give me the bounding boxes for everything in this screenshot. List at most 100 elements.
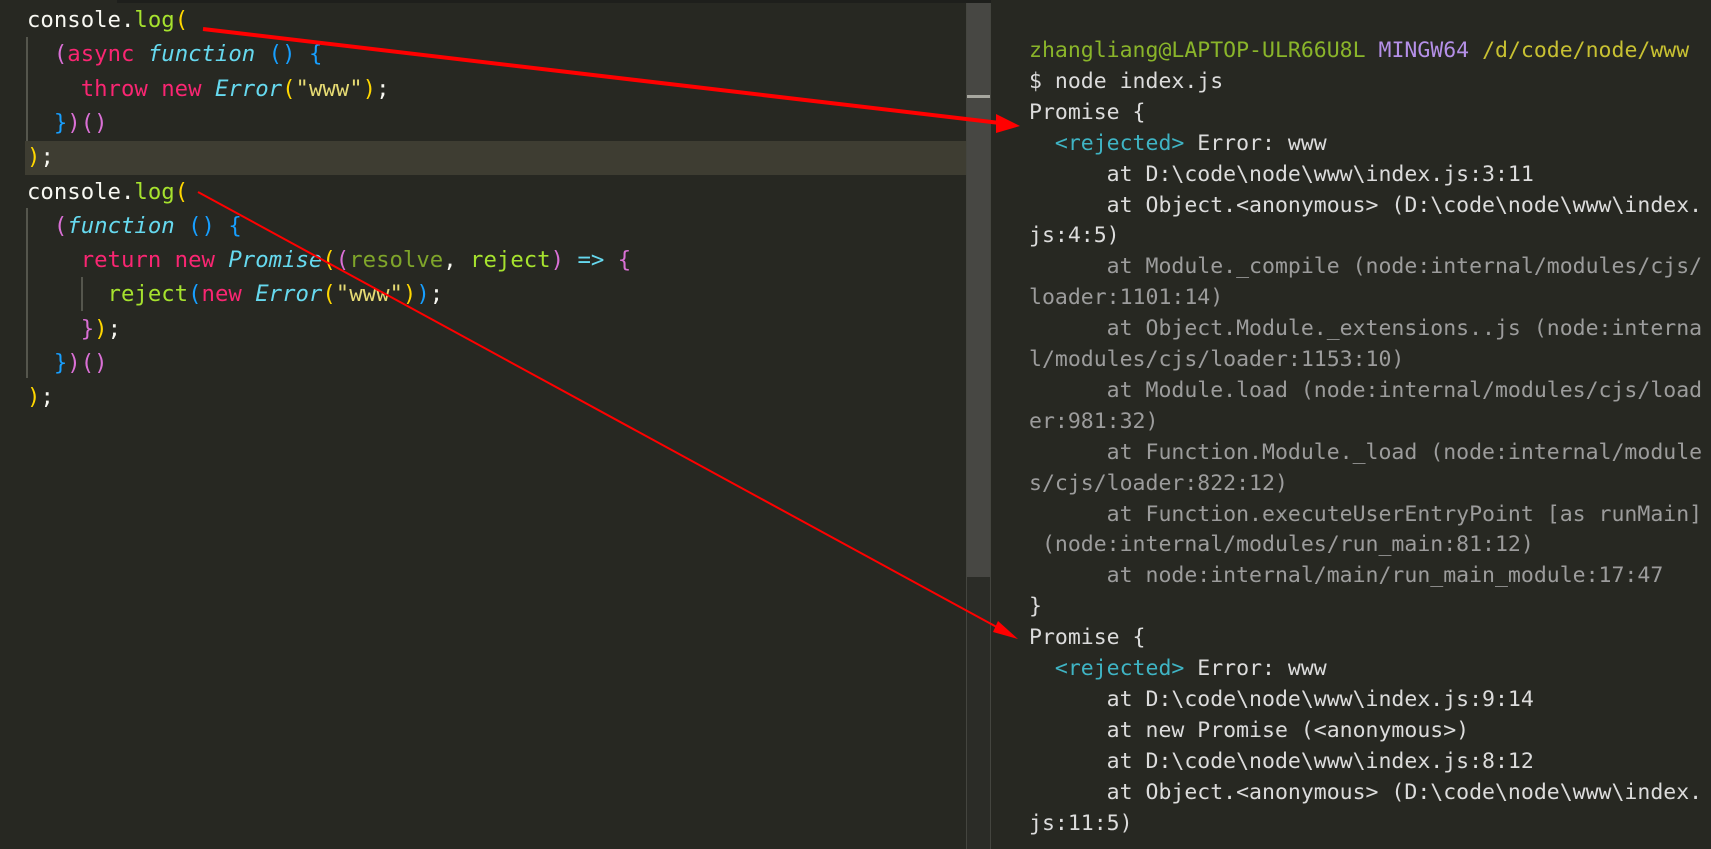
code-token: ) bbox=[402, 281, 417, 308]
code-token: ) bbox=[27, 144, 41, 171]
scrollbar-thumb[interactable] bbox=[967, 3, 990, 577]
code-line[interactable]: console.log( bbox=[27, 3, 188, 37]
code-line[interactable]: (function () { bbox=[27, 209, 242, 243]
current-line-highlight bbox=[25, 141, 966, 175]
terminal-line: at Function.Module._load (node:internal/… bbox=[1029, 437, 1702, 468]
terminal-line: <rejected> Error: www bbox=[1029, 128, 1327, 159]
terminal-text: s/cjs/loader:822:12) bbox=[1029, 470, 1288, 496]
terminal-text: Error: www bbox=[1184, 130, 1327, 156]
terminal-text: js:4:5) bbox=[1029, 223, 1120, 249]
terminal-text: Error: www bbox=[1184, 656, 1327, 681]
terminal-text: at D:\code\node\www\index.js:3:11 bbox=[1029, 161, 1534, 187]
code-token: ; bbox=[40, 144, 54, 171]
terminal-line: s/cjs/loader:822:12) bbox=[1029, 468, 1288, 499]
code-token: ( bbox=[322, 247, 336, 274]
terminal-text: l/modules/cjs/loader:1153:10) bbox=[1029, 347, 1405, 372]
terminal-text: $ node index.js bbox=[1029, 68, 1224, 94]
terminal-text: at new Promise (<anonymous>) bbox=[1029, 717, 1470, 743]
code-token: => bbox=[577, 247, 605, 274]
terminal-line: at Object.Module._extensions..js (node:i… bbox=[1029, 313, 1702, 344]
terminal-line: loader:1101:14) bbox=[1029, 282, 1223, 313]
terminal-text: at Module._compile (node:internal/module… bbox=[1029, 254, 1703, 280]
terminal-line: (node:internal/modules/run_main:81:12) bbox=[1029, 529, 1534, 560]
terminal-line: js:11:5) bbox=[1029, 808, 1133, 839]
code-token: } bbox=[80, 315, 95, 342]
terminal-line: er:981:32) bbox=[1029, 406, 1158, 437]
terminal-line: l/modules/cjs/loader:1153:10) bbox=[1029, 344, 1404, 375]
code-token: console. bbox=[27, 178, 135, 205]
code-token: return bbox=[80, 247, 175, 274]
code-token: resolve bbox=[349, 247, 444, 274]
terminal-text: <rejected> bbox=[1054, 656, 1185, 681]
code-token: { bbox=[308, 41, 323, 68]
code-token: ) bbox=[67, 350, 81, 376]
editor-tab-strip bbox=[117, 0, 991, 3]
terminal-line: at Function.executeUserEntryPoint [as ru… bbox=[1029, 499, 1702, 530]
code-line[interactable]: })() bbox=[27, 106, 108, 140]
terminal-line: $ node index.js bbox=[1029, 66, 1223, 97]
code-token: ( bbox=[53, 41, 68, 68]
terminal-text: } bbox=[1029, 594, 1042, 620]
terminal-line: Promise { bbox=[1029, 97, 1146, 128]
code-token: console. bbox=[27, 7, 135, 33]
terminal-line: js:4:5) bbox=[1029, 220, 1120, 251]
editor-scrollbar[interactable] bbox=[966, 3, 991, 849]
scrollbar-cursor-marker bbox=[967, 95, 990, 98]
terminal-panel[interactable]: zhangliang@LAPTOP-ULR66U8L MINGW64 /d/co… bbox=[991, 0, 1711, 849]
code-token: async bbox=[67, 41, 148, 68]
code-token: ; bbox=[107, 315, 122, 342]
code-token: ( bbox=[188, 281, 202, 308]
code-token: function bbox=[67, 212, 189, 239]
terminal-line: Promise { bbox=[1029, 622, 1146, 653]
code-line[interactable]: ); bbox=[27, 140, 54, 174]
code-token: ( bbox=[53, 212, 68, 239]
code-token: Error bbox=[214, 75, 283, 102]
code-line[interactable]: })() bbox=[27, 346, 108, 380]
terminal-text: at Object.Module._extensions..js (node:i… bbox=[1029, 316, 1703, 342]
terminal-text: at D:\code\node\www\index.js:8:12 bbox=[1029, 748, 1534, 774]
code-line[interactable]: console.log( bbox=[27, 175, 188, 209]
terminal-text: at node:internal/main/run_main_module:17… bbox=[1029, 563, 1664, 589]
code-token: Promise bbox=[228, 247, 323, 274]
code-token: ) bbox=[27, 384, 41, 411]
code-line[interactable]: (async function () { bbox=[27, 37, 323, 71]
terminal-line: <rejected> Error: www bbox=[1029, 653, 1327, 684]
code-editor[interactable]: console.log( (async function () { throw … bbox=[0, 0, 991, 849]
code-line[interactable]: return new Promise((resolve, reject) => … bbox=[27, 243, 632, 277]
code-token: , bbox=[443, 247, 471, 274]
code-token: } bbox=[53, 350, 68, 376]
code-token: new bbox=[201, 281, 256, 308]
code-token: ; bbox=[429, 281, 444, 308]
code-token: ( bbox=[174, 178, 189, 205]
terminal-text: er:981:32) bbox=[1029, 408, 1159, 434]
code-token: ) bbox=[67, 109, 81, 136]
terminal-line: at Object.<anonymous> (D:\code\node\www\… bbox=[1029, 190, 1702, 221]
terminal-text: at Object.<anonymous> (D:\code\node\www\… bbox=[1029, 192, 1703, 218]
terminal-text: (node:internal/modules/run_main:81:12) bbox=[1029, 532, 1534, 558]
code-token: throw bbox=[80, 75, 162, 102]
terminal-line: at D:\code\node\www\index.js:3:11 bbox=[1029, 159, 1534, 190]
terminal-text: /d/code/node/www bbox=[1482, 38, 1690, 63]
code-line[interactable]: ); bbox=[27, 380, 54, 414]
code-line[interactable]: reject(new Error("www")); bbox=[27, 277, 444, 311]
terminal-line: at Module._compile (node:internal/module… bbox=[1029, 251, 1702, 282]
code-token: ) bbox=[94, 315, 108, 342]
terminal-text: at Module.load (node:internal/modules/cj… bbox=[1029, 377, 1703, 403]
code-line[interactable]: throw new Error("www"); bbox=[27, 72, 390, 106]
code-token: ( bbox=[174, 7, 189, 33]
terminal-text: Promise { bbox=[1029, 625, 1146, 651]
code-token: ( bbox=[322, 281, 336, 308]
terminal-text: MINGW64 bbox=[1378, 38, 1483, 63]
code-token: ; bbox=[40, 384, 54, 411]
code-token: "www" bbox=[295, 75, 363, 102]
code-line[interactable]: }); bbox=[27, 312, 121, 346]
